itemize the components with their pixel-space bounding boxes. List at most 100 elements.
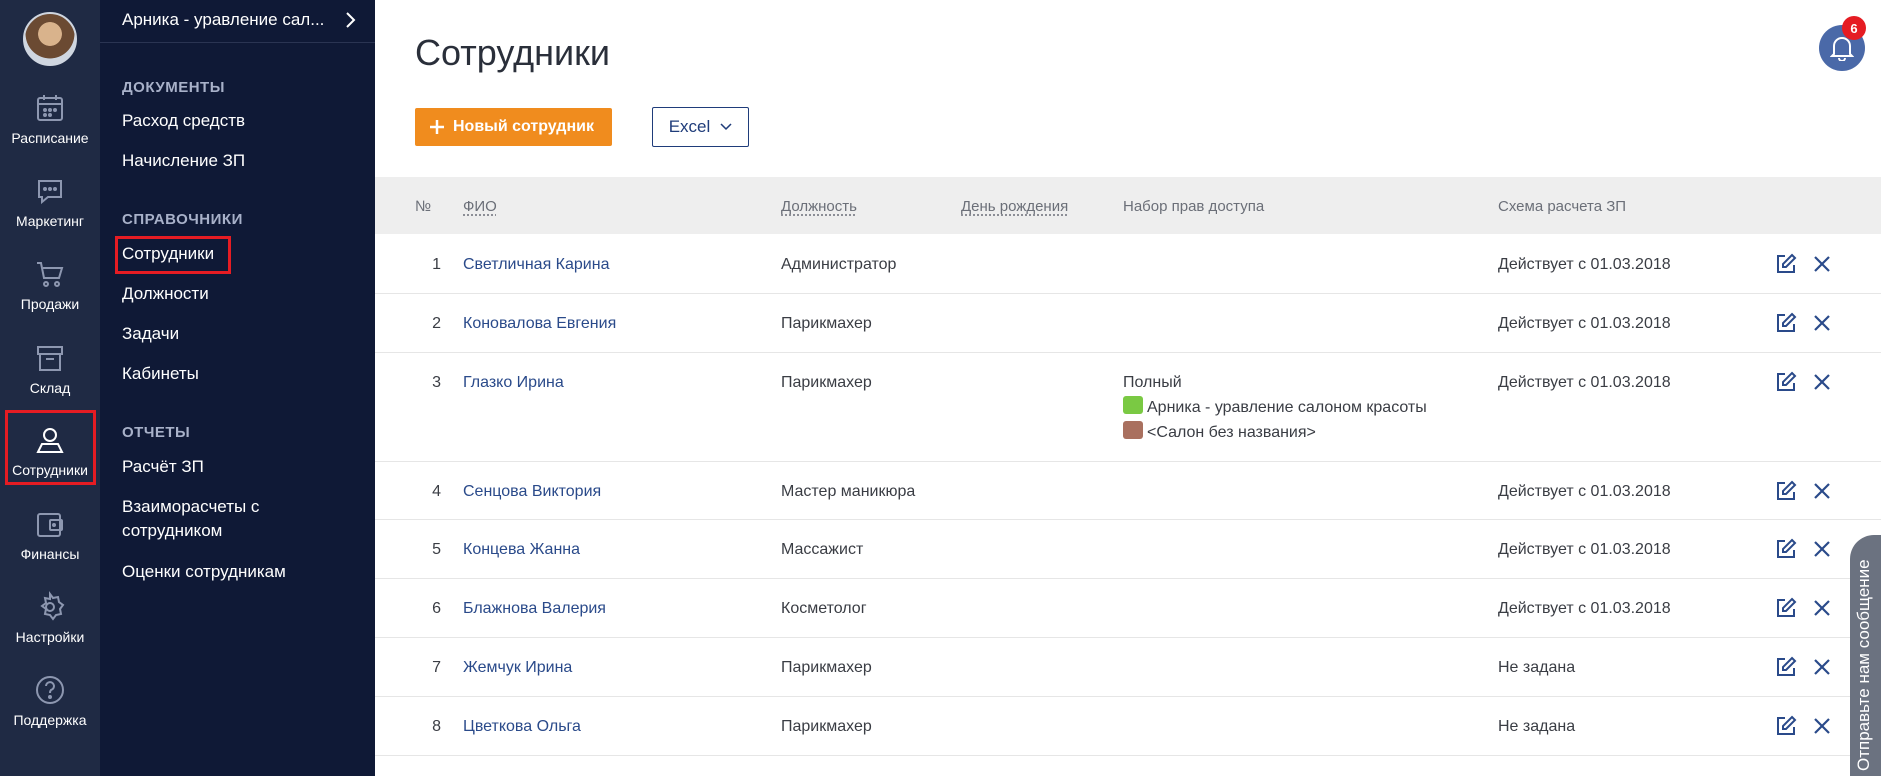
menu-item-settlements[interactable]: Взаиморасчеты с сотрудником: [122, 495, 302, 543]
salon-label: Арника - уравление салоном красоты: [1147, 399, 1427, 416]
row-number: 2: [432, 315, 441, 332]
delete-button[interactable]: [1812, 657, 1832, 682]
new-employee-button[interactable]: Новый сотрудник: [415, 108, 612, 146]
delete-icon: [1814, 315, 1830, 331]
highlight-frame: [5, 410, 96, 485]
row-number: 3: [432, 374, 441, 391]
employee-name-link[interactable]: Концева Жанна: [463, 541, 580, 559]
employee-name-link[interactable]: Сенцова Виктория: [463, 483, 601, 501]
rail-item-support[interactable]: Поддержка: [0, 674, 100, 754]
row-number: 8: [432, 718, 441, 735]
edit-button[interactable]: [1775, 597, 1797, 624]
rail-item-employees[interactable]: Сотрудники: [0, 410, 100, 490]
rail-label: Продажи: [20, 296, 80, 312]
rail-label: Финансы: [20, 546, 80, 562]
edit-icon: [1777, 371, 1797, 391]
chevron-down-icon: [720, 123, 732, 131]
delete-button[interactable]: [1812, 716, 1832, 741]
employee-position: Парикмахер: [781, 374, 872, 391]
delete-button[interactable]: [1812, 372, 1832, 397]
row-number: 4: [432, 483, 441, 500]
menu-item-ratings[interactable]: Оценки сотрудникам: [122, 560, 286, 584]
employee-name-link[interactable]: Светличная Карина: [463, 256, 609, 274]
delete-button[interactable]: [1812, 598, 1832, 623]
edit-button[interactable]: [1775, 538, 1797, 565]
edit-icon: [1777, 538, 1797, 558]
delete-icon: [1814, 256, 1830, 272]
feedback-tab[interactable]: Отправьте нам сообщение: [1850, 535, 1881, 776]
access-salon: <Салон без названия>: [1123, 420, 1427, 445]
col-position[interactable]: Должность: [781, 198, 857, 215]
edit-button[interactable]: [1775, 656, 1797, 683]
excel-dropdown[interactable]: Excel: [652, 107, 749, 147]
table-row: 4 Сенцова Виктория Мастер маникюра Действуе…: [375, 462, 1881, 520]
menu-item-tasks[interactable]: Задачи: [122, 322, 179, 346]
employee-name-link[interactable]: Жемчук Ирина: [463, 659, 572, 677]
menu-item-expenses[interactable]: Расход средств: [122, 109, 245, 133]
employee-name-link[interactable]: Глазко Ирина: [463, 374, 564, 392]
app: Расписание Маркетинг Продажи Склад Сотру…: [0, 0, 1881, 776]
salary-scheme: Действует с 01.03.2018: [1498, 374, 1671, 391]
highlight-frame: [115, 236, 231, 274]
edit-button[interactable]: [1775, 715, 1797, 742]
row-number: 7: [432, 659, 441, 676]
rail-label: Склад: [29, 380, 71, 396]
menu-item-payroll-accrual[interactable]: Начисление ЗП: [122, 149, 245, 173]
avatar[interactable]: [23, 12, 77, 66]
col-name[interactable]: ФИО: [463, 198, 497, 215]
menu-section-directories: СПРАВОЧНИКИ: [122, 211, 243, 228]
delete-icon: [1814, 600, 1830, 616]
row-number: 6: [432, 600, 441, 617]
rail-item-settings[interactable]: Настройки: [0, 591, 100, 671]
col-birthday[interactable]: День рождения: [961, 198, 1068, 215]
menu-item-rooms[interactable]: Кабинеты: [122, 362, 199, 386]
delete-button[interactable]: [1812, 313, 1832, 338]
table-row: 5 Концева Жанна Массажист Действует с 01.03…: [375, 520, 1881, 579]
edit-icon: [1777, 312, 1797, 332]
edit-icon: [1777, 253, 1797, 273]
edit-button[interactable]: [1775, 480, 1797, 507]
employee-position: Парикмахер: [781, 315, 872, 332]
salon-selector[interactable]: Арника - уравление сал...: [122, 10, 362, 30]
edit-icon: [1777, 597, 1797, 617]
row-number: 5: [432, 541, 441, 558]
salary-scheme: Действует с 01.03.2018: [1498, 256, 1671, 273]
rail-label: Поддержка: [13, 712, 87, 728]
employee-name-link[interactable]: Коновалова Евгения: [463, 315, 616, 333]
rail-item-finance[interactable]: Финансы: [0, 508, 100, 588]
delete-button[interactable]: [1812, 254, 1832, 279]
divider: [100, 42, 375, 43]
table-row: 8 Цветкова Ольга Парикмахер Не задана: [375, 697, 1881, 756]
rail-item-schedule[interactable]: Расписание: [0, 92, 100, 172]
salary-scheme: Действует с 01.03.2018: [1498, 483, 1671, 500]
rail-item-marketing[interactable]: Маркетинг: [0, 175, 100, 255]
cart-icon: [37, 262, 64, 287]
calendar-icon: [37, 95, 63, 121]
chevron-right-icon[interactable]: [343, 10, 357, 30]
section-menu: Арника - уравление сал... ДОКУМЕНТЫ Расх…: [100, 0, 375, 776]
edit-button[interactable]: [1775, 312, 1797, 339]
main-content: Сотрудники Новый сотрудник Excel 6 № ФИО…: [375, 0, 1881, 776]
feedback-label: Отправьте нам сообщение: [1854, 559, 1873, 771]
table-row: 6 Блажнова Валерия Косметолог Действует с 0…: [375, 579, 1881, 638]
delete-button[interactable]: [1812, 539, 1832, 564]
chat-icon: [38, 180, 62, 205]
employee-position: Массажист: [781, 541, 864, 558]
edit-button[interactable]: [1775, 253, 1797, 280]
help-icon: [36, 676, 64, 704]
access-salon: Арника - уравление салоном красоты: [1123, 395, 1427, 420]
menu-item-positions[interactable]: Должности: [122, 282, 209, 306]
edit-button[interactable]: [1775, 371, 1797, 398]
menu-item-salary-calc[interactable]: Расчёт ЗП: [122, 455, 204, 479]
salon-color-swatch: [1123, 421, 1143, 439]
employee-name-link[interactable]: Блажнова Валерия: [463, 600, 606, 618]
row-number: 1: [432, 256, 441, 273]
table-row: 7 Жемчук Ирина Парикмахер Не задана: [375, 638, 1881, 697]
employee-position: Парикмахер: [781, 718, 872, 735]
salary-scheme: Не задана: [1498, 718, 1576, 735]
rail-item-sales[interactable]: Продажи: [0, 258, 100, 338]
employee-name-link[interactable]: Цветкова Ольга: [463, 718, 581, 736]
employee-position: Мастер маникюра: [781, 483, 916, 500]
delete-button[interactable]: [1812, 481, 1832, 506]
employee-position: Парикмахер: [781, 659, 872, 676]
